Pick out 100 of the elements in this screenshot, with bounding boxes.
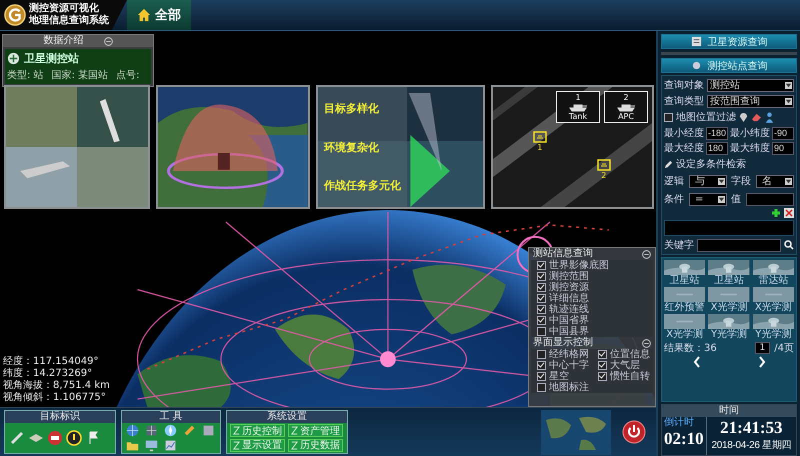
dropdown[interactable]: = (689, 192, 727, 206)
close-icon[interactable] (784, 208, 794, 218)
caret-icon (785, 82, 792, 88)
field-label: 查询对象 (664, 78, 704, 92)
checkbox[interactable] (537, 305, 546, 314)
input-field[interactable]: 90 (772, 142, 794, 154)
section-title: 测站信息查询 (533, 248, 593, 260)
compass-icon[interactable] (164, 424, 177, 438)
app-title: 地理信息查询系统 (29, 15, 109, 27)
clock-time: 21:41:53 (720, 417, 782, 438)
checkbox-label: 世界影像底图 (549, 260, 609, 271)
target-class: Tank (568, 112, 588, 121)
next-icon[interactable] (758, 356, 766, 368)
toolbar-button[interactable]: 历史控制 (230, 424, 285, 438)
checkbox[interactable] (537, 294, 546, 303)
card-title: 数据介绍 (44, 35, 84, 47)
collapse-icon[interactable] (104, 36, 112, 46)
page-field[interactable]: 1 (754, 342, 770, 354)
caret-icon (718, 178, 725, 184)
checkbox[interactable] (537, 316, 546, 325)
checkbox[interactable] (537, 327, 546, 336)
dropdown[interactable]: 按范围查询 (707, 94, 794, 108)
search-icon[interactable] (784, 240, 794, 250)
field-label: 字段 (731, 174, 751, 188)
checkbox[interactable] (598, 350, 607, 359)
item-caption: X光学测 (710, 302, 748, 313)
toolbar-button[interactable]: 显示设置 (230, 438, 285, 452)
dropdown[interactable]: 测控站 (707, 78, 794, 92)
plus-icon[interactable] (771, 208, 781, 218)
condition-link[interactable]: 设定多条件检索 (676, 157, 746, 171)
globe-icon[interactable] (126, 424, 139, 438)
app-title: 测控资源可视化 (29, 3, 100, 14)
target-number: 1 (537, 143, 542, 152)
checkbox-label: 星空 (549, 371, 569, 382)
pin-icon[interactable] (739, 112, 748, 122)
field-label: 最大纬度 (730, 142, 770, 155)
item-caption: 卫星站 (714, 275, 744, 286)
item-caption: Y光学测 (710, 329, 748, 340)
checkbox[interactable] (537, 272, 546, 281)
target-number: 1 (575, 93, 581, 102)
checkbox[interactable] (537, 361, 546, 370)
home-tab[interactable]: 全部 (127, 0, 191, 30)
input-field[interactable] (746, 192, 794, 206)
checkbox[interactable] (537, 383, 546, 392)
input-field[interactable] (697, 238, 781, 252)
field-label: 最小纬度 (730, 126, 770, 140)
checkbox-label: 地图标注 (549, 382, 589, 393)
checkbox[interactable] (664, 112, 673, 122)
toolbar-button[interactable]: 资产管理 (288, 424, 343, 438)
pen-icon[interactable] (9, 430, 25, 446)
field-label: 条件 (664, 193, 684, 206)
page-total: /4页 (774, 342, 794, 355)
person-icon[interactable] (765, 112, 774, 122)
caption: 环境复杂化 (324, 140, 380, 154)
document-icon (690, 36, 702, 47)
checkbox[interactable] (598, 361, 607, 370)
power-button[interactable] (622, 420, 646, 444)
grid-icon[interactable] (145, 424, 158, 438)
checkbox-label: 测控资源 (549, 282, 589, 293)
checkbox[interactable] (537, 283, 546, 292)
input-field[interactable]: 180 (706, 142, 728, 154)
dropdown[interactable]: 名 (756, 174, 794, 188)
eraser-icon[interactable] (751, 112, 762, 122)
checkbox[interactable] (598, 372, 607, 381)
item-caption: 红外预警 (664, 302, 705, 313)
tank-icon (568, 102, 588, 112)
input-field[interactable]: -90 (772, 126, 794, 140)
checkbox[interactable] (537, 261, 546, 270)
checkbox-label: 中心十字 (549, 360, 589, 371)
panel-button[interactable]: 卫星资源查询 (661, 34, 797, 49)
checkbox-label: 中国省界 (549, 315, 589, 326)
checkbox-label: 详细信息 (549, 293, 589, 304)
chart-icon[interactable] (164, 438, 177, 452)
group-title: 系统设置 (227, 411, 347, 423)
checkbox[interactable] (537, 350, 546, 359)
caret-icon (785, 178, 792, 184)
section-title: 界面显示控制 (533, 337, 593, 348)
item-caption: X光学测 (666, 329, 704, 340)
item-caption: Y光学测 (755, 329, 792, 340)
caption: 目标多样化 (324, 101, 380, 116)
field-text: 类型: 站 (7, 68, 44, 82)
checkbox-label: 大气层 (610, 360, 640, 371)
collapse-icon[interactable] (642, 250, 651, 258)
logo-icon (4, 4, 26, 26)
collapse-icon[interactable] (642, 338, 651, 348)
target-box (596, 159, 611, 171)
field-label: 值 (731, 193, 741, 206)
checkbox-label: 惯性自转 (610, 371, 650, 382)
previous-icon[interactable] (692, 356, 700, 368)
alert-icon[interactable] (66, 430, 82, 446)
tank-icon (616, 102, 636, 112)
toolbar-button[interactable]: 历史数据 (288, 438, 343, 452)
target-number: 2 (623, 93, 629, 102)
countdown: 02:10 (664, 428, 704, 450)
checkbox[interactable] (537, 372, 546, 381)
pencil-icon (664, 160, 673, 168)
input-field[interactable]: -180 (706, 126, 728, 140)
panel-button[interactable]: 测控站点查询 (661, 58, 797, 73)
clock-date: 2018-04-26 星期四 (711, 438, 792, 452)
dropdown[interactable]: 与 (689, 174, 727, 188)
